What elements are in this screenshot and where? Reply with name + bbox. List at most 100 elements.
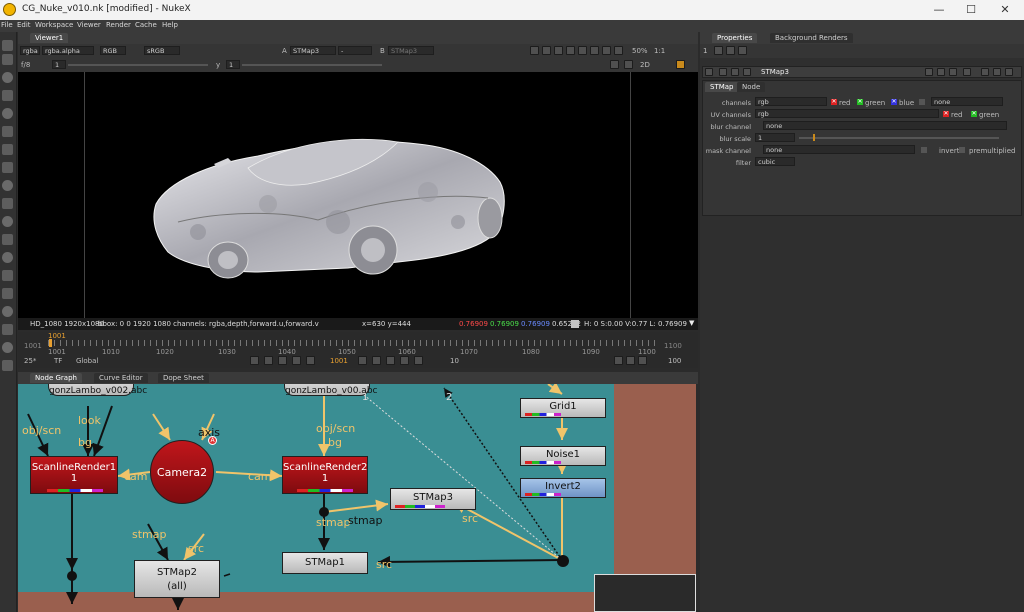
node-hide-icon[interactable] (719, 68, 727, 76)
timeline-end-field[interactable]: 1100 (664, 342, 682, 350)
play-backward-icon[interactable] (306, 356, 315, 365)
fstop-field[interactable]: 1 (52, 60, 66, 69)
composite-op-select[interactable]: - (338, 46, 372, 55)
last-frame-icon[interactable] (414, 356, 423, 365)
keyer-tool-icon[interactable] (2, 144, 13, 155)
3d-tool-icon[interactable] (2, 198, 13, 209)
panel-count-field[interactable]: 1 (703, 47, 707, 55)
blur-scale-slider-handle[interactable] (813, 134, 815, 141)
input-a-select[interactable]: STMap3 (290, 46, 336, 55)
subtab-node[interactable]: Node (737, 82, 766, 92)
scanline-render-2-node[interactable]: ScanlineRender2 1 (282, 456, 368, 494)
help-icon[interactable] (981, 68, 989, 76)
node-color-icon[interactable] (705, 68, 713, 76)
menu-file[interactable]: File (1, 21, 13, 29)
filter-tool-icon[interactable] (2, 126, 13, 137)
deep-tool-icon[interactable] (2, 270, 13, 281)
particles-tool-icon[interactable] (2, 252, 13, 263)
invert-checkbox[interactable] (921, 147, 927, 153)
node-graph-icon[interactable] (743, 68, 751, 76)
uv-red-checkbox[interactable]: ✕ (943, 111, 949, 117)
zoom-select[interactable]: 50% (632, 47, 648, 55)
menu-viewer[interactable]: Viewer (77, 21, 101, 29)
node-settings-icon[interactable] (731, 68, 739, 76)
stmap2-node[interactable]: STMap2 (all) (134, 560, 220, 598)
blur-channel-select[interactable]: none (763, 121, 1007, 130)
downrez-icon[interactable] (554, 46, 563, 55)
draw-tool-icon[interactable] (2, 54, 13, 65)
furnace-tool-icon[interactable] (2, 324, 13, 335)
readgeo-node-1[interactable]: gonzLambo_v002.abc (48, 384, 147, 396)
refresh-icon[interactable] (578, 46, 587, 55)
tab-viewer1[interactable]: Viewer1 (30, 33, 69, 43)
playhead[interactable] (49, 339, 52, 347)
readgeo-node-2[interactable]: gonzLambo_v00.abc (284, 384, 377, 396)
menu-edit[interactable]: Edit (17, 21, 31, 29)
next-keyframe-icon[interactable] (400, 356, 409, 365)
play-forward-icon[interactable] (358, 356, 367, 365)
alpha-channel-select[interactable]: none (931, 97, 1003, 106)
views-tool-icon[interactable] (2, 216, 13, 227)
tf-select[interactable]: TF (54, 357, 62, 365)
stmap1-node[interactable]: STMap1 (282, 552, 368, 574)
channel-select[interactable]: rgba.alpha (42, 46, 94, 55)
timeline-end-field-2[interactable]: 100 (668, 357, 681, 365)
channel-tool-icon[interactable] (2, 90, 13, 101)
channels-select[interactable]: rgb (755, 97, 827, 106)
viewer-canvas[interactable] (18, 72, 698, 318)
blue-checkbox[interactable]: ✕ (891, 99, 897, 105)
undo-icon[interactable] (925, 68, 933, 76)
range-select[interactable]: Global (76, 357, 98, 365)
audio-icon[interactable] (638, 356, 647, 365)
paint-icon[interactable] (676, 60, 685, 69)
display-select[interactable]: RGB (100, 46, 126, 55)
invert-node[interactable]: Invert2 (520, 478, 606, 498)
float-icon[interactable] (963, 68, 971, 76)
pin-icon[interactable] (738, 46, 747, 55)
ocula-tool-icon[interactable] (2, 342, 13, 353)
flipbook-icon[interactable] (626, 356, 635, 365)
roi-icon[interactable] (530, 46, 539, 55)
timeline-ruler[interactable] (48, 340, 656, 346)
green-checkbox[interactable]: ✕ (857, 99, 863, 105)
tab-curve-editor[interactable]: Curve Editor (94, 373, 148, 383)
gamma-slider[interactable] (242, 64, 382, 66)
node-name-field[interactable]: STMap3 (761, 68, 789, 76)
fps-select[interactable]: 25* (24, 357, 36, 365)
node-graph-canvas[interactable]: gonzLambo_v002.abc gonzLambo_v00.abc Sca… (18, 384, 696, 612)
minimize-button[interactable]: — (924, 1, 954, 19)
stmap3-node[interactable]: STMap3 (390, 488, 476, 510)
gain-slider[interactable] (68, 64, 208, 66)
lut-select[interactable]: sRGB (144, 46, 180, 55)
revert-icon[interactable] (949, 68, 957, 76)
layer-select[interactable]: rgba (20, 46, 40, 55)
menu-cache[interactable]: Cache (135, 21, 157, 29)
tab-dope-sheet[interactable]: Dope Sheet (158, 373, 209, 383)
next-increment-icon[interactable] (386, 356, 395, 365)
alpha-checkbox[interactable] (919, 99, 925, 105)
tab-properties[interactable]: Properties (712, 33, 758, 43)
menu-workspace[interactable]: Workspace (35, 21, 73, 29)
filter-select[interactable]: cubic (755, 157, 795, 166)
next-frame-icon[interactable] (372, 356, 381, 365)
current-frame-field[interactable]: 1001 (330, 357, 348, 365)
playback-mode-icon[interactable] (614, 356, 623, 365)
close-button[interactable]: ✕ (990, 1, 1020, 19)
other-tool-icon[interactable] (2, 306, 13, 317)
red-checkbox[interactable]: ✕ (831, 99, 837, 105)
tab-background-renders[interactable]: Background Renders (770, 33, 853, 43)
time-tool-icon[interactable] (2, 72, 13, 83)
blur-scale-slider[interactable] (799, 137, 999, 139)
scanline-render-1-node[interactable]: ScanlineRender1 1 (30, 456, 118, 494)
metadata-tool-icon[interactable] (2, 234, 13, 245)
overscan-icon[interactable] (610, 60, 619, 69)
subtab-stmap[interactable]: STMap (705, 82, 739, 92)
safe-area-icon[interactable] (624, 60, 633, 69)
toolsets-tool-icon[interactable] (2, 288, 13, 299)
transform-tool-icon[interactable] (2, 180, 13, 191)
uv-channels-select[interactable]: rgb (755, 109, 939, 118)
cache-icon[interactable] (590, 46, 599, 55)
first-frame-icon[interactable] (250, 356, 259, 365)
step-field[interactable]: 10 (450, 357, 459, 365)
view-mode-select[interactable]: 2D (640, 61, 650, 69)
